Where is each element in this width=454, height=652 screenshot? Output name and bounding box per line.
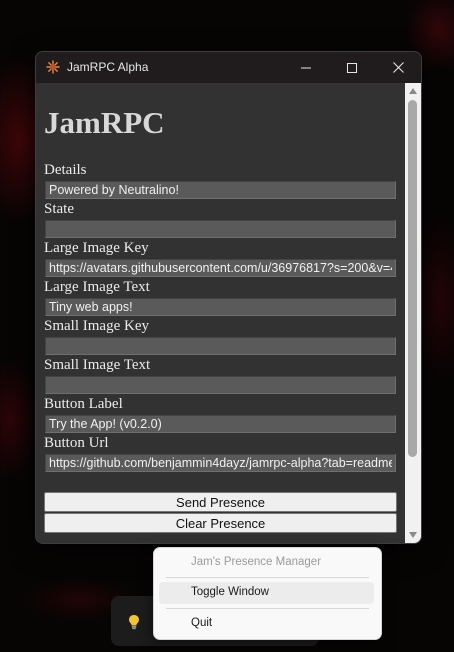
lightbulb-icon[interactable] [128,614,140,630]
presence-form: JamRPC Details State Large Image Key Lar… [36,83,405,543]
menu-item-toggle-window[interactable]: Toggle Window [159,582,374,604]
menu-item-label: Toggle Window [191,586,269,598]
clear-presence-button[interactable]: Clear Presence [44,513,397,533]
menu-item-quit[interactable]: Quit [159,613,374,635]
title-bar[interactable]: JamRPC Alpha [36,52,421,83]
small-image-text-label: Small Image Text [44,357,151,373]
large-image-text-label: Large Image Text [44,279,150,295]
close-button[interactable] [375,52,421,83]
maximize-icon [347,62,357,73]
small-image-key-input[interactable] [45,337,396,355]
scroll-down-icon[interactable] [409,532,417,538]
menu-item-label: Quit [191,617,213,629]
neutralino-logo-icon [46,60,60,74]
menu-divider [166,577,369,578]
details-label: Details [44,162,87,178]
minimize-button[interactable] [283,52,329,83]
scrollbar-thumb[interactable] [408,100,417,457]
large-image-key-label: Large Image Key [44,240,149,256]
maximize-button[interactable] [329,52,375,83]
window-title: JamRPC Alpha [67,60,149,74]
send-presence-button[interactable]: Send Presence [44,492,397,512]
menu-divider [166,608,369,609]
large-image-key-input[interactable] [45,259,396,277]
state-label: State [44,201,74,217]
app-window: JamRPC Alpha JamRPC Details State Large … [35,51,422,544]
vertical-scrollbar[interactable] [405,83,421,543]
button-url-label: Button Url [44,435,109,451]
state-input[interactable] [45,220,396,238]
large-image-text-input[interactable] [45,298,396,316]
scroll-up-icon[interactable] [409,88,417,94]
small-image-key-label: Small Image Key [44,318,149,334]
small-image-text-input[interactable] [45,376,396,394]
minimize-icon [301,67,311,68]
button-label-label: Button Label [44,396,123,412]
button-label-input[interactable] [45,415,396,433]
page-title: JamRPC [44,105,165,140]
details-input[interactable] [45,181,396,199]
close-icon [392,62,404,73]
tray-context-menu: Jam's Presence Manager Toggle Window Qui… [153,547,382,640]
button-url-input[interactable] [45,454,396,472]
menu-header: Jam's Presence Manager [191,556,322,568]
